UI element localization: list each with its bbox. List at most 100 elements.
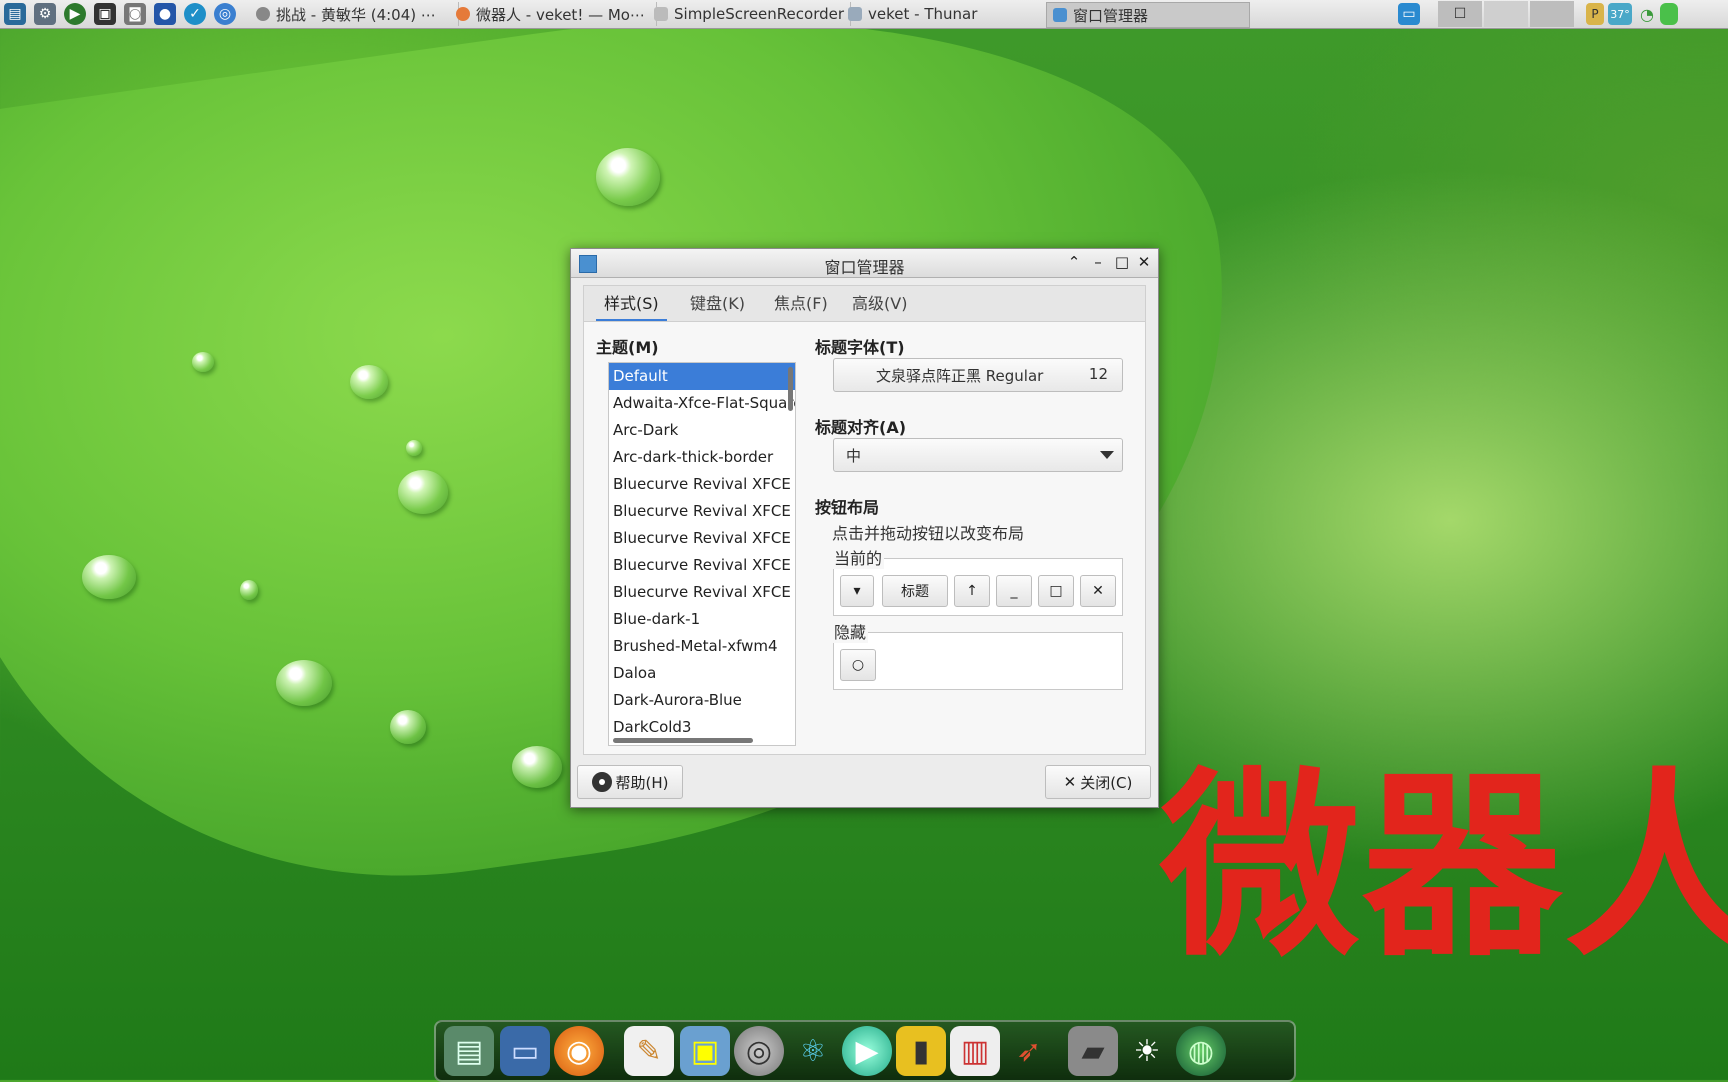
task-label: 挑战 - 黄敏华 (4:04) ⋯ [276,5,436,24]
tab-keyboard[interactable]: 键盘(K) [678,286,757,322]
tab-focus[interactable]: 焦点(F) [762,286,840,322]
globe-icon[interactable]: ◍ [1176,1026,1226,1076]
water-drop [390,710,426,744]
menu-button[interactable]: ▾ [840,575,874,607]
shade-layout-button[interactable]: ↑ [954,575,990,607]
theme-item[interactable]: Brushed-Metal-xfwm4 [609,633,795,660]
task-firefox[interactable]: 微器人 - veket! — Mo⋯ [450,2,657,26]
tab-advanced[interactable]: 高级(V) [840,286,919,322]
maximize-button[interactable]: □ [1113,253,1131,271]
water-drop [240,580,258,600]
desktop-icon[interactable]: ▤ [444,1026,494,1076]
tab-bar: 样式(S) 键盘(K) 焦点(F) 高级(V) [583,285,1146,322]
close-window-button[interactable]: ✕ [1135,253,1153,271]
theme-item[interactable]: Daloa [609,660,795,687]
theme-item[interactable]: Bluecurve Revival XFCE re [609,552,795,579]
folder-icon [848,7,862,21]
water-drop [512,746,562,788]
title-align-value: 中 [846,447,862,465]
theme-list-horizontal-scrollbar[interactable] [613,738,753,743]
theme-item[interactable]: Arc-Dark [609,417,795,444]
wifi-icon[interactable]: ◔ [1636,3,1658,25]
task-window-manager[interactable]: 窗口管理器 [1046,2,1250,28]
water-drop [82,555,136,599]
title-font-name: 文泉驿点阵正黑 Regular [876,367,1044,385]
battery-icon[interactable] [1660,3,1678,25]
theme-list[interactable]: Default Adwaita-Xfce-Flat-Squared Arc-Da… [608,362,796,746]
tab-style[interactable]: 样式(S) [592,286,671,322]
minimize-layout-button[interactable]: _ [996,575,1032,607]
recorder-icon[interactable]: ● [154,3,176,25]
workspace-2[interactable] [1484,1,1528,27]
window-icon [654,7,668,21]
minimize-button[interactable]: – [1089,253,1107,271]
display-icon[interactable]: ▭ [1398,3,1420,25]
brightness-icon[interactable]: ☀ [1122,1026,1172,1076]
close-icon: ✕ [1063,773,1077,791]
title-font-label: 标题字体(T) [815,338,905,357]
atom-icon[interactable]: ⚛ [788,1026,838,1076]
theme-item[interactable]: DarkCold3 [609,714,795,741]
play-icon[interactable]: ▶ [64,3,86,25]
monitor-icon[interactable]: ▭ [500,1026,550,1076]
temperature-badge[interactable]: 37° [1608,3,1632,25]
theme-item-selected[interactable]: Default [609,363,795,390]
theme-item[interactable]: Dark-Aurora-Blue [609,687,795,714]
workspace-1[interactable]: ☐ [1438,1,1482,27]
image-viewer-icon[interactable]: ▣ [680,1026,730,1076]
firefox-icon[interactable]: ◉ [554,1026,604,1076]
close-layout-button[interactable]: ✕ [1080,575,1116,607]
theme-item[interactable]: Bluecurve Revival XFCE b [609,471,795,498]
terminal-icon[interactable]: ▣ [94,3,116,25]
chart-icon[interactable]: ▥ [950,1026,1000,1076]
dialog-titlebar[interactable]: 窗口管理器 ⌃ – □ ✕ [571,249,1158,278]
text-editor-icon[interactable]: ✎ [624,1026,674,1076]
task-label: 窗口管理器 [1073,6,1149,25]
task-label: SimpleScreenRecorder [674,5,845,23]
close-button[interactable]: ✕ 关闭(C) [1045,765,1151,799]
theme-item[interactable]: Bluecurve Revival XFCE gr [609,498,795,525]
close-label: 关闭(C) [1080,773,1133,792]
clock-icon[interactable]: ✓ [184,3,206,25]
current-buttons-frame: 当前的 ▾ 标题 ↑ _ □ ✕ [832,545,1123,616]
title-placeholder-button[interactable]: 标题 [882,575,948,607]
task-screen-recorder[interactable]: SimpleScreenRecorder [648,2,851,26]
title-align-dropdown[interactable]: 中 [833,438,1123,472]
temperature-text: 37° [1610,7,1630,21]
task-thunar[interactable]: veket - Thunar [842,2,1055,26]
browser-icon[interactable]: ◎ [214,3,236,25]
stick-layout-button[interactable]: ○ [840,649,876,681]
button-layout-hint: 点击并拖动按钮以改变布局 [832,524,1025,543]
media-player-icon[interactable]: ▶ [842,1026,892,1076]
shade-button[interactable]: ⌃ [1065,253,1083,271]
water-drop [596,148,660,206]
theme-item[interactable]: Bluecurve Revival XFCE or [609,525,795,552]
help-label: 帮助(H) [615,773,669,792]
screenshot-icon[interactable]: ◙ [124,3,146,25]
theme-item[interactable]: Adwaita-Xfce-Flat-Squared [609,390,795,417]
theme-item[interactable]: Arc-dark-thick-border [609,444,795,471]
system-monitor-icon[interactable]: ▤ [4,3,26,25]
water-drop [398,470,448,514]
notebook-icon[interactable]: ▮ [896,1026,946,1076]
title-font-size: 12 [1088,365,1108,383]
theme-label: 主题(M) [596,338,659,357]
theme-item[interactable]: Blue-dark-1 [609,606,795,633]
drive-icon[interactable]: ▰ [1068,1026,1118,1076]
maximize-layout-button[interactable]: □ [1038,575,1074,607]
water-drop [350,365,388,399]
window-manager-icon [1053,8,1067,22]
disk-icon[interactable]: ◎ [734,1026,784,1076]
workspace-3[interactable] [1530,1,1574,27]
theme-list-vertical-scrollbar[interactable] [788,367,793,411]
clipboard-icon[interactable]: P [1586,3,1604,25]
water-drop [192,352,214,372]
help-button[interactable]: 帮助(H) [577,765,683,799]
chevron-down-icon [1100,451,1114,459]
theme-item[interactable]: Bluecurve Revival XFCE vi [609,579,795,606]
settings-gear-icon[interactable]: ⚙ [34,3,56,25]
task-music-player[interactable]: 挑战 - 黄敏华 (4:04) ⋯ [250,2,459,26]
title-font-button[interactable]: 文泉驿点阵正黑 Regular 12 [833,358,1123,392]
music-player-icon [256,7,270,21]
rocket-icon[interactable]: ➶ [1004,1026,1054,1076]
